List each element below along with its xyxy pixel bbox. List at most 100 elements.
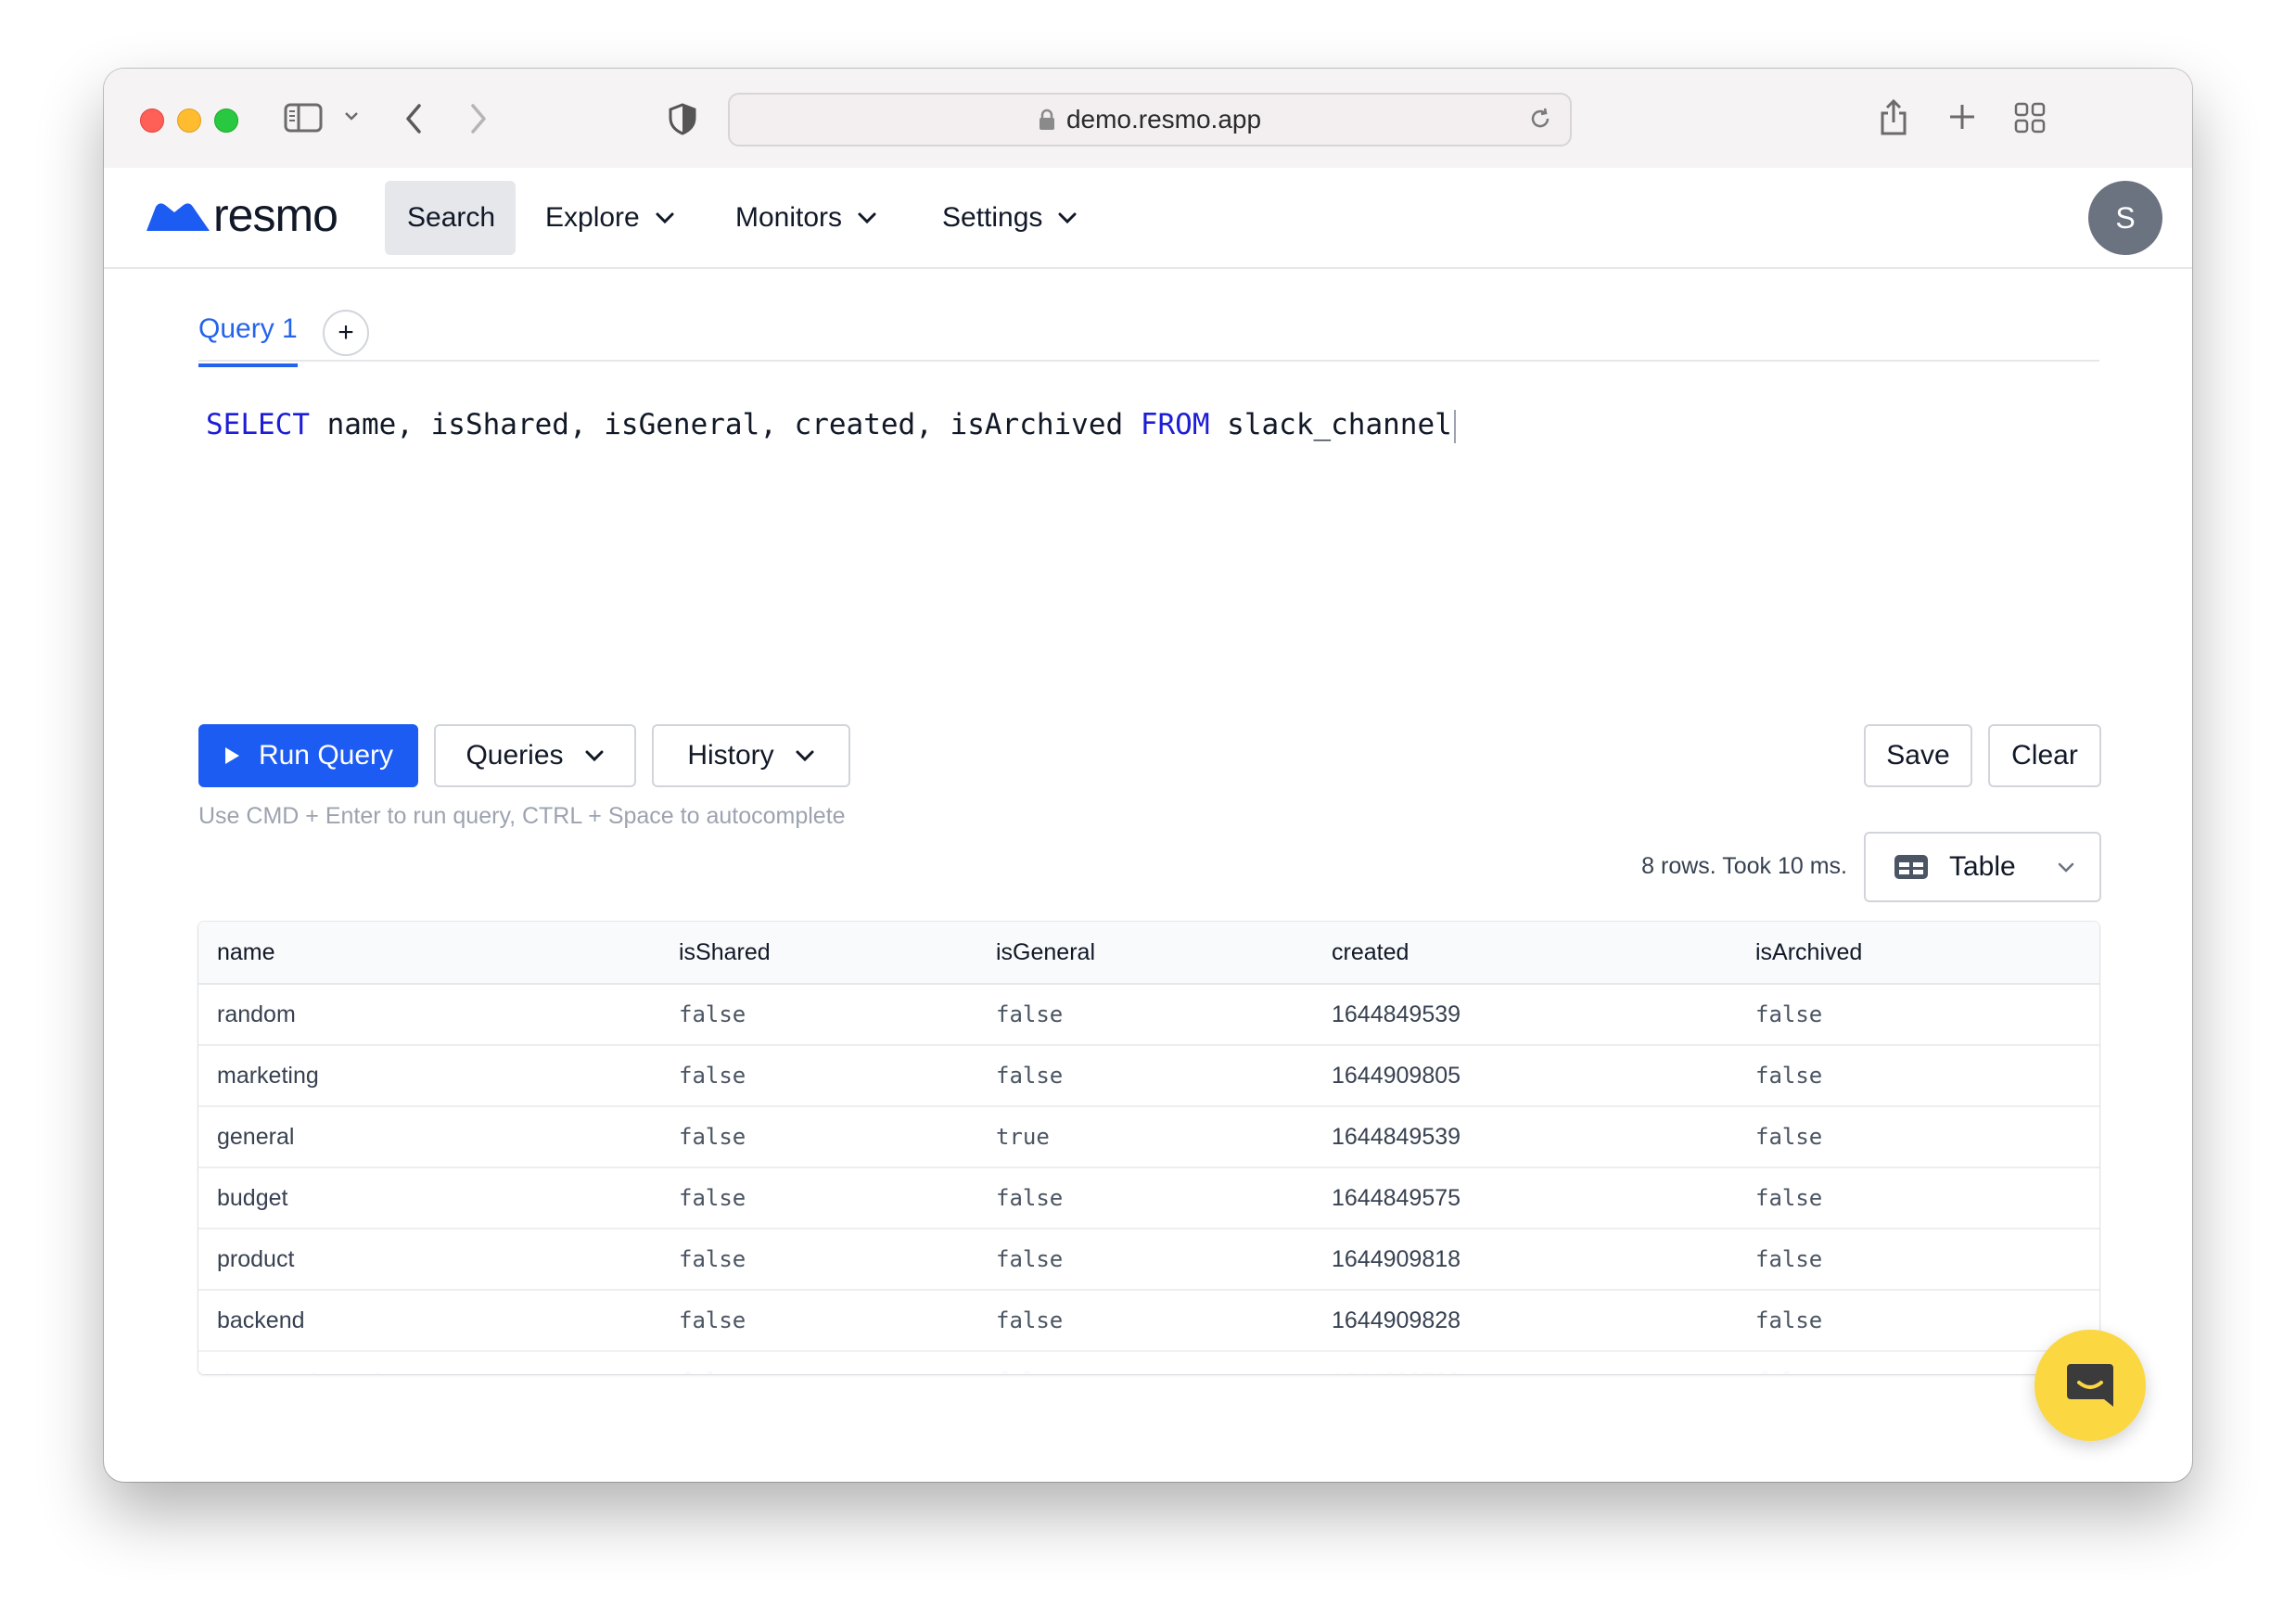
table-row[interactable]: product false false 1644909818 false xyxy=(198,1229,2099,1291)
table-row[interactable]: backend false false 1644909828 false xyxy=(198,1290,2099,1352)
chevron-down-icon xyxy=(584,749,605,762)
chevron-down-icon[interactable] xyxy=(343,109,360,122)
sql-editor[interactable]: SELECT name, isShared, isGeneral, create… xyxy=(206,408,1456,443)
minimize-window-button[interactable] xyxy=(177,108,201,133)
sql-keyword-select: SELECT xyxy=(206,408,310,441)
reload-icon[interactable] xyxy=(1527,106,1553,132)
table-row[interactable]: budget false false 1644849575 false xyxy=(198,1167,2099,1230)
run-query-button[interactable]: Run Query xyxy=(198,724,418,787)
cell-isgeneral: false xyxy=(977,1290,1313,1352)
new-tab-icon[interactable] xyxy=(1947,102,1977,132)
view-mode-select[interactable]: Table xyxy=(1864,832,2101,902)
avatar-initial: S xyxy=(2115,200,2136,235)
nav-search[interactable]: Search xyxy=(385,181,516,255)
close-window-button[interactable] xyxy=(140,108,164,133)
privacy-shield-icon[interactable] xyxy=(668,102,697,135)
cell-isgeneral: true xyxy=(977,1106,1313,1168)
cell-created: 1644849575 xyxy=(1313,1167,1737,1230)
query-tabs: Query 1 + xyxy=(198,267,2099,367)
cell-name: budget xyxy=(198,1167,660,1230)
app-navbar: resmo Search Explore Monitors Settings S xyxy=(104,168,2192,269)
add-query-tab-button[interactable]: + xyxy=(323,310,369,356)
cell-created: 1644849539 xyxy=(1313,984,1737,1046)
cell-isshared: false xyxy=(660,1167,977,1230)
chevron-down-icon xyxy=(2057,861,2075,874)
cell-isshared: false xyxy=(660,984,977,1046)
share-icon[interactable] xyxy=(1878,96,1909,137)
chevron-down-icon xyxy=(857,211,877,224)
forward-icon[interactable] xyxy=(467,102,490,135)
clear-button[interactable]: Clear xyxy=(1988,724,2101,787)
cell-name: general xyxy=(198,1106,660,1168)
cell-isarchived: false xyxy=(1737,984,2099,1046)
cell-created: 1644909805 xyxy=(1313,1045,1737,1107)
column-header-isgeneral[interactable]: isGeneral xyxy=(977,922,1313,985)
sql-keyword-from: FROM xyxy=(1140,408,1210,441)
nav-monitors-label: Monitors xyxy=(735,202,843,233)
cell-created: 1644909818 xyxy=(1313,1229,1737,1291)
results-table: name isShared isGeneral created isArchiv… xyxy=(198,922,2099,1374)
cell-isshared: false xyxy=(660,1106,977,1168)
logo-text: resmo xyxy=(213,189,338,241)
nav-search-label: Search xyxy=(407,202,496,233)
cell-isgeneral: false xyxy=(977,1229,1313,1291)
address-bar[interactable]: demo.resmo.app xyxy=(728,93,1572,147)
save-label: Save xyxy=(1886,740,1950,771)
column-header-name[interactable]: name xyxy=(198,922,660,985)
keyboard-hint: Use CMD + Enter to run query, CTRL + Spa… xyxy=(198,803,846,829)
history-dropdown[interactable]: History xyxy=(652,724,850,787)
resmo-logo-mark xyxy=(147,203,210,231)
cell-isarchived: false xyxy=(1737,1229,2099,1291)
cell-isgeneral: false xyxy=(977,984,1313,1046)
tab-overview-icon[interactable] xyxy=(2014,102,2046,134)
sidebar-toggle-icon[interactable] xyxy=(284,102,323,134)
chevron-down-icon xyxy=(655,211,675,224)
queries-label: Queries xyxy=(466,740,564,771)
sql-columns: name, isShared, isGeneral, created, isAr… xyxy=(309,408,1141,441)
table-row[interactable]: random false false 1644849539 false xyxy=(198,984,2099,1046)
nav-explore-label: Explore xyxy=(545,202,640,233)
column-header-created[interactable]: created xyxy=(1313,922,1737,985)
queries-dropdown[interactable]: Queries xyxy=(434,724,636,787)
lock-icon xyxy=(1039,108,1055,131)
cell-isgeneral: false xyxy=(977,1045,1313,1107)
chevron-down-icon xyxy=(795,749,815,762)
chat-launcher-button[interactable] xyxy=(2035,1330,2146,1441)
cell-created: 1644849539 xyxy=(1313,1106,1737,1168)
nav-explore[interactable]: Explore xyxy=(523,181,697,255)
play-icon xyxy=(223,746,240,765)
resmo-logo[interactable]: resmo xyxy=(147,188,338,242)
cell-name: random xyxy=(198,984,660,1046)
text-caret xyxy=(1453,409,1456,443)
cell-isgeneral: false xyxy=(977,1167,1313,1230)
cell-name: marketing xyxy=(198,1045,660,1107)
table-header-row: name isShared isGeneral created isArchiv… xyxy=(198,922,2099,985)
url-text: demo.resmo.app xyxy=(1065,105,1262,134)
cell-isshared: false xyxy=(660,1045,977,1107)
nav-settings-label: Settings xyxy=(942,202,1043,233)
cell-isshared: false xyxy=(660,1229,977,1291)
nav-monitors[interactable]: Monitors xyxy=(713,181,899,255)
cell-isarchived: false xyxy=(1737,1290,2099,1352)
table-row[interactable]: general false true 1644849539 false xyxy=(198,1106,2099,1168)
zoom-window-button[interactable] xyxy=(214,108,238,133)
history-label: History xyxy=(687,740,774,771)
run-query-label: Run Query xyxy=(258,740,394,771)
browser-window: demo.resmo.app resmo Search Explore Moni… xyxy=(104,69,2192,1482)
column-header-isshared[interactable]: isShared xyxy=(660,922,977,985)
clear-label: Clear xyxy=(2011,740,2078,771)
column-header-isarchived[interactable]: isArchived xyxy=(1737,922,2099,985)
save-button[interactable]: Save xyxy=(1864,724,1972,787)
view-mode-label: Table xyxy=(1949,851,2016,882)
table-view-icon xyxy=(1894,854,1929,880)
tab-query-1[interactable]: Query 1 xyxy=(198,313,298,367)
scroll-fade xyxy=(198,1346,2099,1374)
nav-settings[interactable]: Settings xyxy=(920,181,1100,255)
back-icon[interactable] xyxy=(402,102,425,135)
cell-created: 1644909828 xyxy=(1313,1290,1737,1352)
chevron-down-icon xyxy=(1057,211,1078,224)
user-avatar[interactable]: S xyxy=(2088,181,2162,255)
cell-name: product xyxy=(198,1229,660,1291)
sql-table: slack_channel xyxy=(1209,408,1452,441)
table-row[interactable]: marketing false false 1644909805 false xyxy=(198,1045,2099,1107)
